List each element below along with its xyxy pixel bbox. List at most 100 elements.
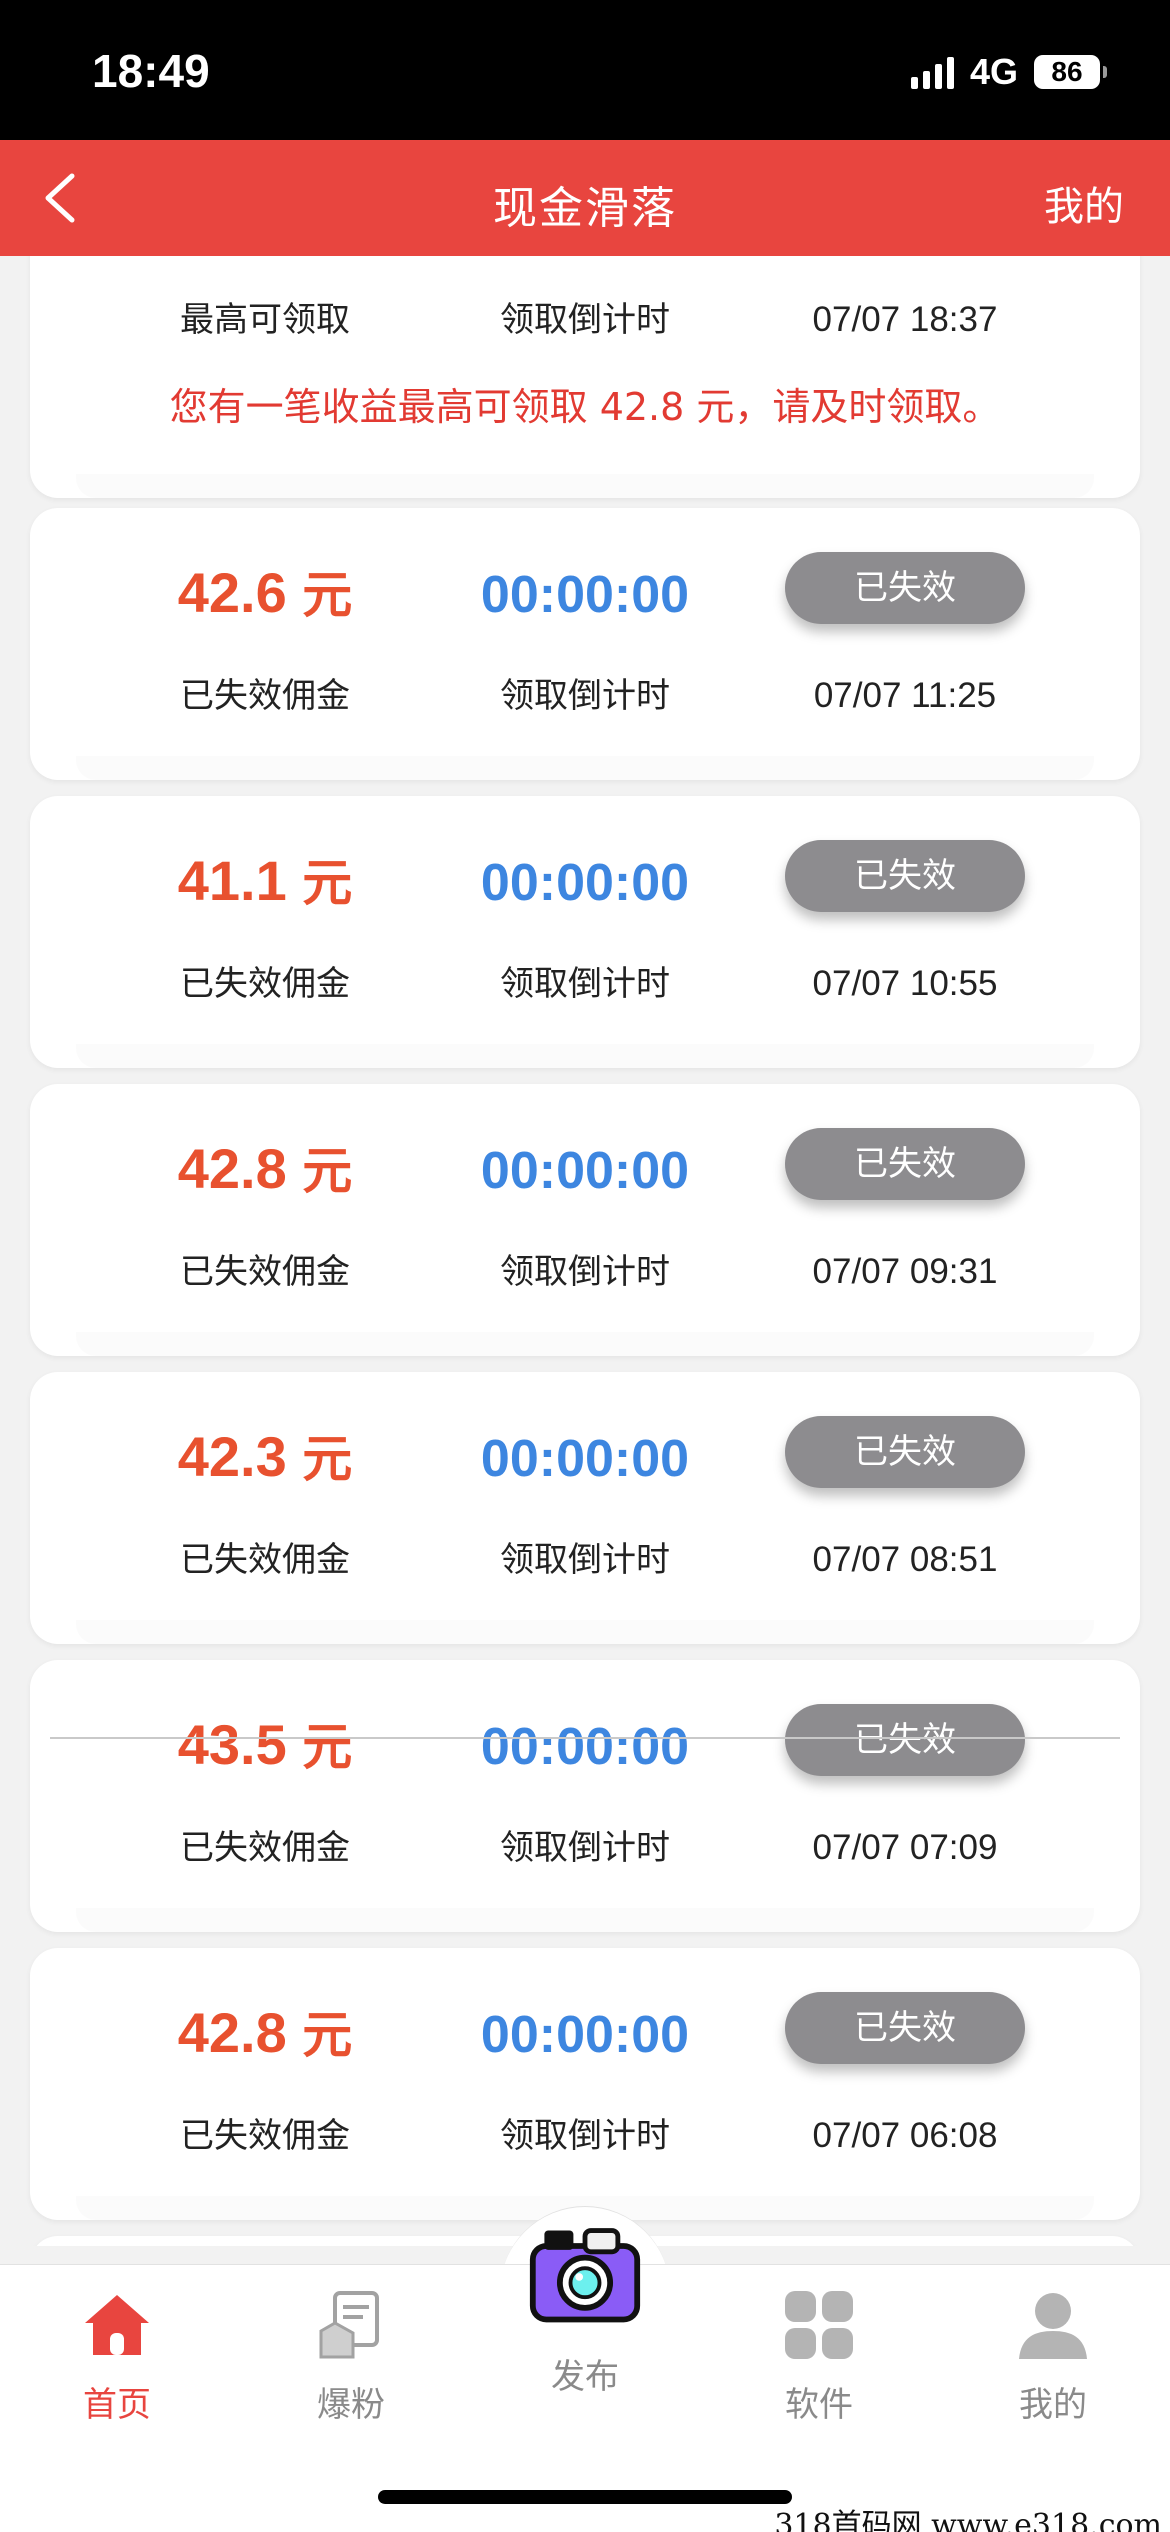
amount-unit: 元	[302, 1430, 353, 1488]
countdown-label: 领取倒计时	[500, 676, 670, 716]
list-item: 42.8 元 00:00:00 已失效 已失效佣金 领取倒计时 07/07 06…	[30, 1948, 1140, 2220]
expired-button[interactable]: 已失效	[785, 1704, 1025, 1776]
contacts-icon	[319, 2291, 379, 2359]
record-list[interactable]: 最高可领取 领取倒计时 07/07 18:37 您有一笔收益最高可领取 42.8…	[0, 256, 1170, 2246]
expired-button[interactable]: 已失效	[785, 1992, 1025, 2064]
tab-label: 我的	[1019, 2385, 1087, 2425]
claim-notice: 您有一笔收益最高可领取 42.8 元，请及时领取。	[169, 385, 1001, 429]
countdown-timer: 00:00:00	[480, 1142, 690, 1200]
tab-fans[interactable]: 爆粉	[234, 2287, 468, 2426]
item-time: 07/07 11:25	[813, 676, 997, 715]
card-inner-shade	[76, 1044, 1094, 1068]
list-item: 43.5 元 00:00:00 已失效 已失效佣金 领取倒计时 07/07 07…	[30, 1660, 1140, 1932]
button-wrap: 已失效	[740, 1992, 1070, 2068]
item-status-label: 已失效佣金	[180, 964, 350, 1004]
tab-mine[interactable]: 我的	[936, 2287, 1170, 2426]
network-label: 4G	[969, 51, 1018, 92]
button-wrap: 已失效	[740, 1128, 1070, 1204]
amount-value: 42.6	[177, 561, 287, 624]
list-item: 42.3 元 00:00:00 已失效 已失效佣金 领取倒计时 07/07 08…	[30, 1372, 1140, 1644]
countdown-timer: 00:00:00	[480, 566, 690, 624]
amount-value: 42.8	[177, 2001, 287, 2064]
summary-time: 07/07 18:37	[812, 300, 998, 339]
button-wrap: 已失效	[740, 1416, 1070, 1492]
countdown-label: 领取倒计时	[500, 1252, 670, 1292]
home-icon	[85, 2295, 149, 2355]
card-inner-shade	[76, 1908, 1094, 1932]
nav-bar: 现金滑落 我的	[0, 140, 1170, 256]
countdown-timer: 00:00:00	[480, 854, 690, 912]
expired-button[interactable]: 已失效	[785, 1416, 1025, 1488]
expired-button[interactable]: 已失效	[785, 552, 1025, 624]
watermark: 318首码网 www.e318.com	[774, 2508, 1162, 2532]
camera-icon	[529, 2228, 641, 2323]
item-time: 07/07 06:08	[812, 2116, 998, 2155]
countdown-label: 领取倒计时	[500, 964, 670, 1004]
card-inner-shade	[76, 1332, 1094, 1356]
amount-value: 41.1	[177, 849, 287, 912]
expired-button[interactable]: 已失效	[785, 1128, 1025, 1200]
commission-amount: 41.1 元	[100, 846, 430, 918]
max-claimable-label: 最高可领取	[180, 300, 350, 340]
button-wrap: 已失效	[740, 840, 1070, 916]
tab-label: 软件	[785, 2385, 853, 2425]
nav-mine-link[interactable]: 我的	[1044, 174, 1124, 232]
item-time: 07/07 08:51	[812, 1540, 998, 1579]
commission-amount: 42.8 元	[100, 1134, 430, 1206]
countdown-timer: 00:00:00	[480, 1430, 690, 1488]
page-title: 现金滑落	[493, 183, 677, 234]
card-inner-shade	[76, 474, 1094, 498]
tab-publish[interactable]: 发布	[468, 2217, 702, 2398]
countdown-label: 领取倒计时	[500, 300, 670, 340]
amount-unit: 元	[302, 2006, 353, 2064]
amount-value: 42.8	[177, 1137, 287, 1200]
amount-unit: 元	[302, 1142, 353, 1200]
amount-value: 42.3	[177, 1425, 287, 1488]
commission-amount: 42.3 元	[100, 1422, 430, 1494]
divider-line	[50, 1737, 1120, 1739]
button-wrap: 已失效	[740, 1704, 1070, 1780]
commission-amount: 42.6 元	[100, 558, 430, 630]
countdown-label: 领取倒计时	[500, 1540, 670, 1580]
battery-level: 86	[1051, 56, 1083, 87]
user-icon	[1019, 2293, 1087, 2359]
card-inner-shade	[76, 1620, 1094, 1644]
countdown-timer: 00:00:00	[480, 2006, 690, 2064]
card-inner-shade	[76, 756, 1094, 780]
item-status-label: 已失效佣金	[180, 2116, 350, 2156]
item-status-label: 已失效佣金	[180, 1828, 350, 1868]
list-item: 41.1 元 00:00:00 已失效 已失效佣金 领取倒计时 07/07 10…	[30, 796, 1140, 1068]
amount-value: 43.5	[177, 1713, 287, 1776]
apps-icon	[785, 2291, 853, 2359]
tab-home[interactable]: 首页	[0, 2287, 234, 2426]
list-item: 42.6 元 00:00:00 已失效 已失效佣金 领取倒计时 07/07 11…	[30, 508, 1140, 780]
expired-button[interactable]: 已失效	[785, 840, 1025, 912]
status-bar: 18:49 4G 86	[0, 0, 1170, 140]
amount-unit: 元	[302, 566, 353, 624]
item-time: 07/07 10:55	[812, 964, 998, 1003]
home-indicator[interactable]	[378, 2490, 792, 2504]
button-wrap: 已失效	[740, 552, 1070, 628]
list-item: 42.8 元 00:00:00 已失效 已失效佣金 领取倒计时 07/07 09…	[30, 1084, 1140, 1356]
battery-icon: 86	[1034, 55, 1107, 89]
commission-amount: 43.5 元	[100, 1710, 430, 1782]
item-time: 07/07 09:31	[812, 1252, 998, 1291]
countdown-label: 领取倒计时	[500, 1828, 670, 1868]
commission-amount: 42.8 元	[100, 1998, 430, 2070]
tab-label: 发布	[551, 2357, 619, 2397]
status-time: 18:49	[92, 45, 210, 97]
item-status-label: 已失效佣金	[180, 1540, 350, 1580]
amount-unit: 元	[302, 854, 353, 912]
item-time: 07/07 07:09	[812, 1828, 998, 1867]
tab-label: 爆粉	[317, 2385, 385, 2425]
countdown-timer: 00:00:00	[480, 1718, 690, 1776]
amount-unit: 元	[302, 1718, 353, 1776]
item-status-label: 已失效佣金	[180, 676, 350, 716]
tab-software[interactable]: 软件	[702, 2287, 936, 2426]
summary-card: 最高可领取 领取倒计时 07/07 18:37 您有一笔收益最高可领取 42.8…	[30, 256, 1140, 498]
status-indicators: 4G 86	[910, 50, 1107, 94]
countdown-label: 领取倒计时	[500, 2116, 670, 2156]
item-status-label: 已失效佣金	[180, 1252, 350, 1292]
tab-label: 首页	[83, 2385, 151, 2425]
signal-icon	[910, 55, 954, 89]
